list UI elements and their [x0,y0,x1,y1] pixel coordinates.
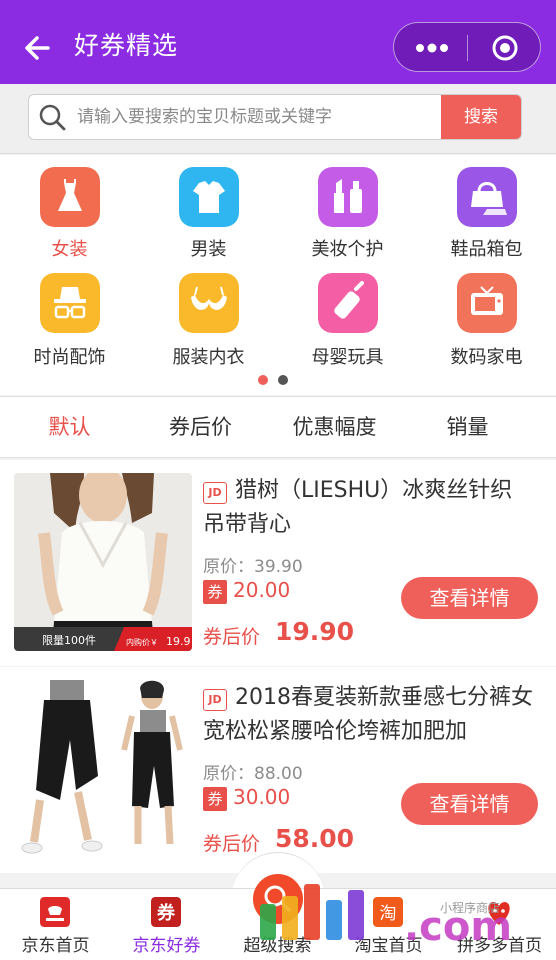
baby-bottle-icon [318,273,378,333]
tab-label: 京东好券 [132,936,201,956]
underwear-icon [179,273,239,333]
after-coupon-label: 券后价 [203,626,261,648]
category-label: 鞋品箱包 [450,239,523,260]
category-label: 服装内衣 [172,347,245,368]
after-coupon-label: 券后价 [203,833,261,855]
page-title: 好券精选 [74,31,179,60]
after-coupon-price: 19.90 [275,617,355,646]
coupon-tag: 券 [203,787,227,811]
tab-jd-coupons[interactable]: 券 京东好券 [111,889,222,960]
category-label: 女装 [51,239,88,260]
coupon-value: 30.00 [233,785,291,809]
category-label: 时尚配饰 [33,347,106,368]
category-label: 美妆个护 [311,239,384,260]
tab-default[interactable]: 默认 [0,397,139,459]
search-box: 搜索 [28,94,522,140]
top-bar: 好券精选 [0,0,556,84]
bag-shoe-icon [457,167,517,227]
white-knit-tank-top-photo[interactable]: 限量100件 内购价￥ 19.9 [14,473,192,651]
search-input[interactable] [77,95,437,139]
black-cropped-pants-photo[interactable] [14,680,192,858]
cosmetics-icon [318,167,378,227]
original-price: 原价：39.90 [203,557,303,577]
indicator-dot-active [258,375,268,385]
original-price: 原价：88.00 [203,764,303,784]
category-grid: 女装 男装 美妆个护 鞋品箱包 时尚配饰 服装内衣 母婴玩具 数码家电 [0,155,556,395]
category-baby-toys[interactable]: 母婴玩具 [278,273,417,383]
tab-after-coupon-price[interactable]: 券后价 [131,397,270,459]
mini-program-capsule [393,22,541,72]
search-button[interactable]: 搜索 [441,95,521,139]
category-accessories[interactable]: 时尚配饰 [0,273,139,383]
product-title[interactable]: 猎树（LIESHU）冰爽丝针织吊带背心 [203,474,533,542]
tab-sales[interactable]: 销量 [398,397,537,459]
category-men[interactable]: 男装 [139,167,278,277]
category-label: 男装 [190,239,227,260]
watermark-caption: 小程序商店 [440,900,500,915]
limited-tag: 限量100件 [42,634,96,647]
coupon-icon: 券 [151,897,181,927]
search-icon [39,104,66,131]
inner-price-label: 内购价￥ [126,637,158,647]
tshirt-icon [179,167,239,227]
dress-icon [40,167,100,227]
product-card[interactable]: JD 2018春夏装新款垂感七分裤女宽松松紧腰哈伦垮裤加肥加 原价：88.00 … [0,667,556,873]
inner-price: 19.9 [166,635,191,648]
category-women[interactable]: 女装 [0,167,139,277]
svg-text:券: 券 [156,902,176,924]
category-label: 数码家电 [450,347,523,368]
tab-discount[interactable]: 优惠幅度 [265,397,404,459]
after-coupon-price: 58.00 [275,824,355,853]
hat-glasses-icon [40,273,100,333]
jd-icon [40,897,70,927]
category-cosmetics[interactable]: 美妆个护 [278,167,417,277]
back-arrow-icon[interactable] [18,28,58,68]
coupon-tag: 券 [203,580,227,604]
sort-tabs: 默认 券后价 优惠幅度 销量 [0,396,556,458]
category-electronics[interactable]: 数码家电 [417,273,556,383]
category-shoes-bags[interactable]: 鞋品箱包 [417,167,556,277]
product-card[interactable]: 限量100件 内购价￥ 19.9 JD 猎树（LIESHU）冰爽丝针织吊带背心 … [0,460,556,666]
tab-label: 京东首页 [21,936,90,956]
product-title[interactable]: 2018春夏装新款垂感七分裤女宽松松紧腰哈伦垮裤加肥加 [203,681,533,749]
indicator-dot [278,375,288,385]
view-details-button[interactable]: 查看详情 [401,783,538,825]
capsule-divider [467,35,468,61]
target-circle-icon[interactable] [491,34,519,62]
tv-icon [457,273,517,333]
coupon-value: 20.00 [233,578,291,602]
more-dots-icon[interactable] [412,40,450,56]
tab-jd-home[interactable]: 京东首页 [0,889,111,960]
category-label: 母婴玩具 [311,347,384,368]
category-underwear[interactable]: 服装内衣 [139,273,278,383]
page-indicator [258,375,298,385]
site-watermark: .com 小程序商店 [260,884,512,950]
search-bar: 搜索 [0,84,556,154]
view-details-button[interactable]: 查看详情 [401,577,538,619]
limited-banner: 限量100件 内购价￥ 19.9 [14,627,192,651]
